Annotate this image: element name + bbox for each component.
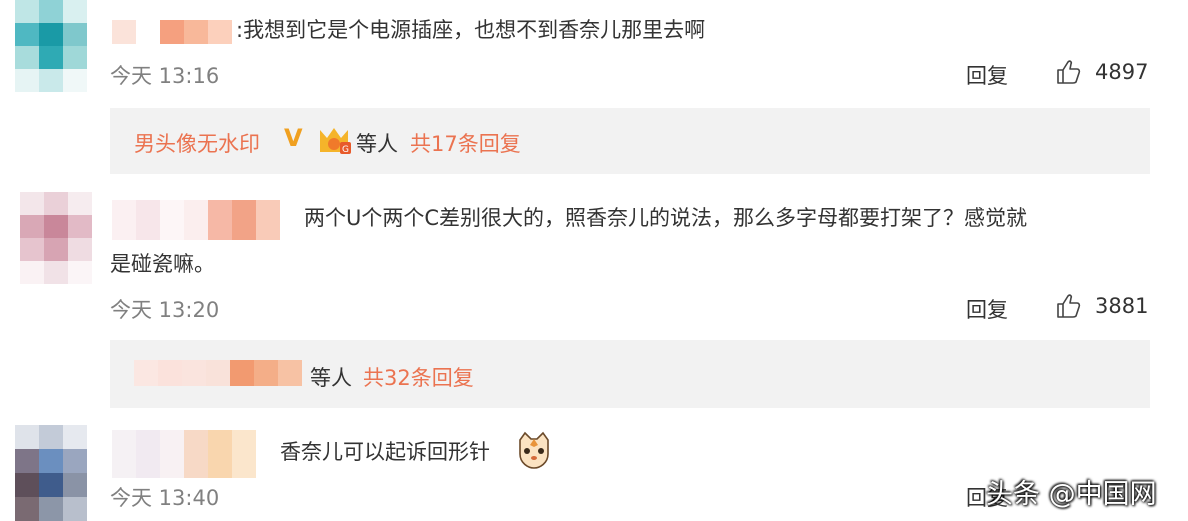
username-blurred[interactable] (112, 200, 280, 240)
like-count: 3881 (1095, 294, 1149, 318)
svg-text:G: G (342, 145, 349, 155)
avatar[interactable] (15, 425, 87, 521)
view-replies-link[interactable]: 共17条回复 (410, 128, 521, 158)
cat-emoji-icon (519, 431, 549, 469)
comment-timestamp: 今天 13:16 (110, 64, 220, 88)
watermark: 头条 @中国网 (986, 479, 1157, 510)
reply-button[interactable]: 回复 (966, 60, 1008, 90)
thumbs-up-icon[interactable] (1055, 58, 1083, 86)
view-replies-link[interactable]: 共32条回复 (363, 362, 474, 392)
comment-text-continued: 是碰瓷嘛。 (110, 252, 215, 276)
reply-username-blurred[interactable] (134, 360, 306, 386)
reply-preview[interactable] (110, 108, 1150, 174)
comment-text: 两个U个两个C差别很大的，照香奈儿的说法，那么多字母都要打架了？感觉就 (304, 206, 1028, 230)
reply-participants-label: 等人 (310, 366, 352, 390)
thumbs-up-icon[interactable] (1055, 292, 1083, 320)
reply-participants-label: 等人 (356, 132, 398, 156)
comment-timestamp: 今天 13:20 (110, 298, 220, 322)
comment-text: :我想到它是个电源插座，也想不到香奈儿那里去啊 (236, 18, 706, 42)
username-blurred[interactable] (112, 20, 232, 44)
username-blurred[interactable] (112, 430, 256, 478)
medal-badge-icon: G (320, 128, 351, 155)
comment-text: 香奈儿可以起诉回形针 (280, 440, 490, 464)
comment-timestamp: 今天 13:40 (110, 486, 220, 510)
avatar[interactable] (15, 0, 87, 92)
reply-username[interactable]: 男头像无水印 (134, 128, 260, 158)
like-count: 4897 (1095, 60, 1149, 84)
verified-v-icon: V (284, 124, 303, 152)
avatar[interactable] (20, 192, 92, 284)
reply-button[interactable]: 回复 (966, 294, 1008, 324)
